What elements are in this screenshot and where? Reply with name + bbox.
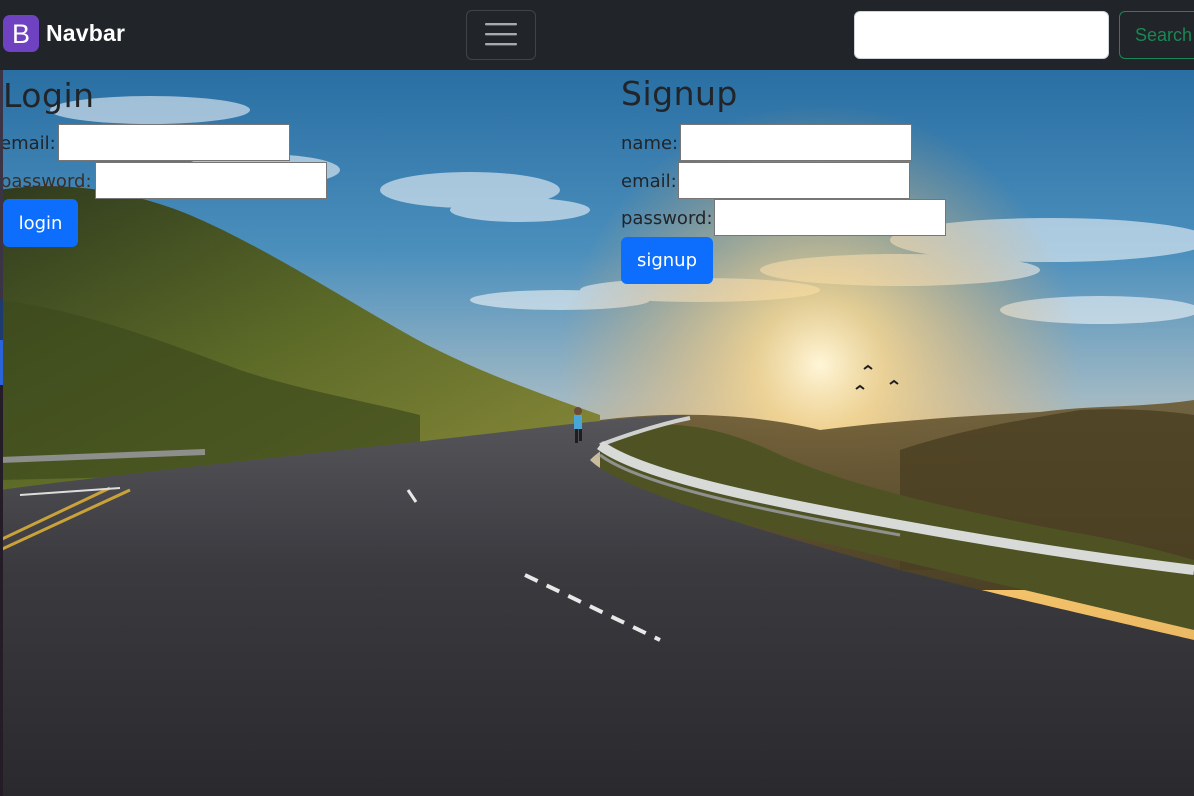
- login-email-input[interactable]: [58, 124, 290, 161]
- signup-email-label: email:: [621, 171, 677, 192]
- navbar: B Navbar Search: [0, 0, 1194, 70]
- brand-letter: B: [12, 19, 30, 49]
- bootstrap-logo-icon: B: [3, 15, 39, 52]
- signup-password-label: password:: [621, 208, 713, 229]
- login-button[interactable]: login: [3, 199, 78, 247]
- search-button[interactable]: Search: [1119, 11, 1194, 59]
- signup-password-input[interactable]: [714, 199, 946, 236]
- window-edge: [0, 0, 3, 796]
- login-password-label: password:: [0, 171, 92, 192]
- signup-title: Signup: [621, 74, 738, 113]
- signup-name-label: name:: [621, 133, 679, 154]
- search-input[interactable]: [854, 11, 1109, 59]
- hamburger-menu-icon: [485, 22, 517, 49]
- navbar-toggler-button[interactable]: [466, 10, 536, 60]
- login-password-input[interactable]: [95, 162, 327, 199]
- navbar-brand[interactable]: B Navbar: [3, 15, 125, 52]
- signup-button[interactable]: signup: [621, 237, 713, 284]
- signup-email-input[interactable]: [678, 162, 910, 199]
- signup-name-input[interactable]: [680, 124, 912, 161]
- brand-name: Navbar: [46, 20, 126, 46]
- login-title: Login: [3, 76, 95, 115]
- login-email-label: email:: [0, 133, 56, 154]
